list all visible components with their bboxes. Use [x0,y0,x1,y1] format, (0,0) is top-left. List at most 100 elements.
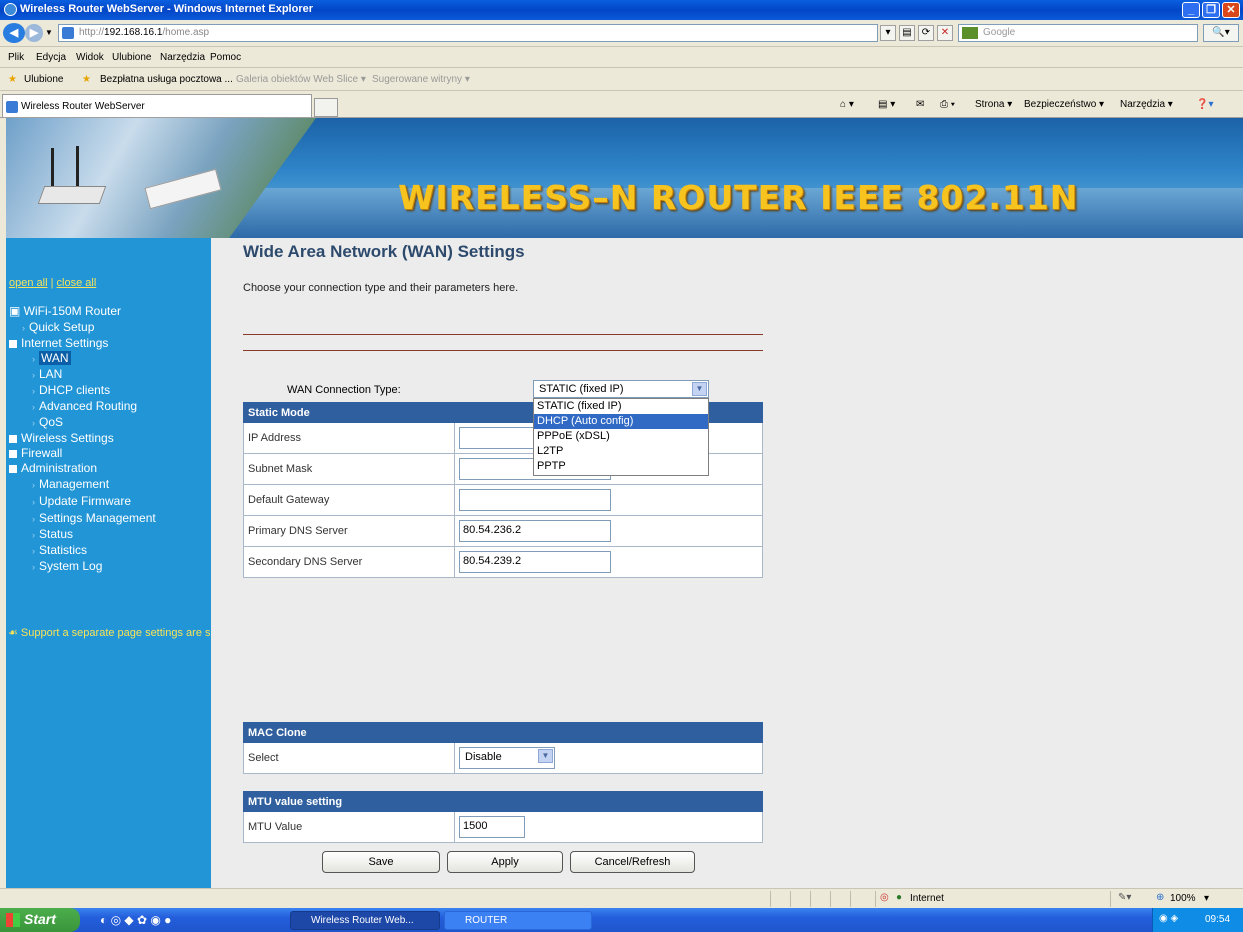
wan-option-l2tp[interactable]: L2TP [534,444,708,459]
table-row: Primary DNS Server 80.54.236.2 [243,515,763,547]
chevron-down-icon[interactable]: ▼ [538,749,553,763]
url-input[interactable]: http://192.168.16.1/home.asp [58,24,878,42]
wan-option-static[interactable]: STATIC (fixed IP) [534,399,708,414]
home-icon[interactable]: ⌂ ▾ [840,99,854,110]
mtu-table: MTU value setting MTU Value 1500 [243,791,763,843]
sidebar-item-lan[interactable]: › LAN [32,367,62,381]
close-button[interactable]: ✕ [1222,2,1240,18]
save-button[interactable]: Save [322,851,440,873]
collapse-icon [9,464,17,473]
sidebar-item-system-log[interactable]: › System Log [32,559,102,573]
taskbar-task-ie[interactable]: Wireless Router Web... [290,911,440,930]
arrow-icon: › [32,418,35,428]
maximize-button[interactable]: ❐ [1202,2,1220,18]
new-tab-button[interactable] [314,98,338,117]
menu-edit[interactable]: Edycja [36,52,66,63]
wan-option-pppoe[interactable]: PPPoE (xDSL) [534,429,708,444]
menu-bar: Plik Edycja Widok Ulubione Narzędzia Pom… [0,48,1243,68]
fav-item-suggested[interactable]: Sugerowane witryny ▾ [372,74,470,85]
sidebar-item-advanced-routing[interactable]: › Advanced Routing [32,399,137,413]
sidebar-item-firewall[interactable]: Firewall [9,446,62,460]
page-title: Wide Area Network (WAN) Settings [243,242,525,261]
menu-help[interactable]: Pomoc [210,52,241,63]
sidebar-item-router-root[interactable]: ▣ WiFi-150M Router [9,304,121,318]
expand-icon [9,449,17,458]
apply-button[interactable]: Apply [447,851,563,873]
primary-dns-input[interactable]: 80.54.236.2 [459,520,611,542]
stop-icon[interactable]: ✕ [937,25,953,41]
sidebar-nav: open all | close all ▣ WiFi-150M Router … [6,238,535,888]
sidebar-item-administration[interactable]: Administration [9,461,97,475]
mtu-header: MTU value setting [243,791,763,812]
refresh-icon[interactable]: ⟳ [918,25,934,41]
default-gateway-input[interactable] [459,489,611,511]
page-menu[interactable]: Strona ▾ [975,99,1012,110]
close-all-link[interactable]: close all [57,277,97,289]
help-icon[interactable]: ❓▾ [1196,99,1213,110]
security-icon[interactable]: ✎▾ [1118,892,1131,903]
feeds-icon[interactable]: ▤ ▾ [878,99,895,110]
sidebar-item-qos[interactable]: › QoS [32,415,63,429]
wan-option-dhcp[interactable]: DHCP (Auto config) [534,414,708,429]
mail-icon[interactable]: ✉ [916,99,924,110]
tools-menu[interactable]: Narzędzia ▾ [1120,99,1173,110]
chevron-down-icon[interactable]: ▼ [692,382,707,396]
clock[interactable]: 09:54 [1205,914,1230,925]
menu-favorites[interactable]: Ulubione [112,52,151,63]
status-divider [790,891,791,907]
cancel-refresh-button[interactable]: Cancel/Refresh [570,851,695,873]
mtu-input[interactable]: 1500 [459,816,525,838]
divider [243,350,763,351]
menu-view[interactable]: Widok [76,52,104,63]
arrow-icon: › [32,546,35,556]
zoom-level[interactable]: 100% [1170,893,1196,904]
mac-clone-header: MAC Clone [243,722,763,743]
back-button[interactable]: ◀ [3,23,25,43]
url-dropdown-icon[interactable]: ▾ [880,25,896,41]
minimize-button[interactable]: _ [1182,2,1200,18]
search-input[interactable]: Google [958,24,1198,42]
sidebar-item-wireless-settings[interactable]: Wireless Settings [9,431,114,445]
start-button[interactable]: Start [0,908,80,932]
sidebar-item-settings-management[interactable]: › Settings Management [32,511,156,525]
sidebar-item-wan[interactable]: › WAN [32,351,71,365]
mac-clone-select[interactable]: Disable ▼ [459,747,555,769]
sidebar-item-management[interactable]: › Management [32,477,109,491]
safety-menu[interactable]: Bezpieczeństwo ▾ [1024,99,1104,110]
forward-button[interactable]: ▶ [25,24,43,42]
search-button[interactable]: 🔍▾ [1203,24,1239,42]
window-title-bar[interactable]: Wireless Router WebServer - Windows Inte… [0,0,1243,20]
wan-type-select[interactable]: STATIC (fixed IP) ▼ [533,380,709,398]
info-icon: ☙ [8,627,21,639]
sidebar-item-internet-settings[interactable]: Internet Settings [9,336,108,350]
fav-item-mail[interactable]: Bezpłatna usługa pocztowa ... [100,74,233,85]
favorites-button[interactable]: Ulubione [24,74,63,85]
sidebar-item-dhcp-clients[interactable]: › DHCP clients [32,383,110,397]
protected-mode-icon[interactable]: ◎ [880,892,889,903]
fav-item-webslice[interactable]: Galeria obiektów Web Slice ▾ [236,74,366,85]
wan-type-dropdown-list: STATIC (fixed IP) DHCP (Auto config) PPP… [533,398,709,476]
tray-icons[interactable]: ◉ ◈ [1159,913,1178,924]
history-dropdown-icon[interactable]: ▼ [45,28,53,37]
favorites-star-icon[interactable]: ★ [8,74,17,85]
print-icon[interactable]: ⎙ ▾ [940,99,955,110]
tab-router-webserver[interactable]: Wireless Router WebServer [2,94,312,117]
quick-launch-icons[interactable]: ◐ ◎ ◆ ✿ ◉ ● [100,913,171,927]
router-icon: ▣ [9,304,24,318]
compatibility-icon[interactable]: ▤ [899,25,915,41]
zoom-dropdown-icon[interactable]: ▾ [1204,893,1209,904]
ie-icon [4,3,17,16]
wan-option-pptp[interactable]: PPTP [534,459,708,474]
sidebar-item-update-firmware[interactable]: › Update Firmware [32,494,131,508]
sidebar-item-quick-setup[interactable]: › Quick Setup [22,320,94,334]
menu-file[interactable]: Plik [8,52,24,63]
open-all-link[interactable]: open all [9,277,48,289]
zoom-icon[interactable]: ⊕ [1156,892,1164,903]
divider [243,334,763,335]
secondary-dns-input[interactable]: 80.54.239.2 [459,551,611,573]
taskbar-task-router-folder[interactable]: ROUTER [444,911,592,930]
sidebar-item-status[interactable]: › Status [32,527,73,541]
add-favorite-icon[interactable]: ★ [82,74,91,85]
menu-tools[interactable]: Narzędzia [160,52,205,63]
sidebar-item-statistics[interactable]: › Statistics [32,543,87,557]
